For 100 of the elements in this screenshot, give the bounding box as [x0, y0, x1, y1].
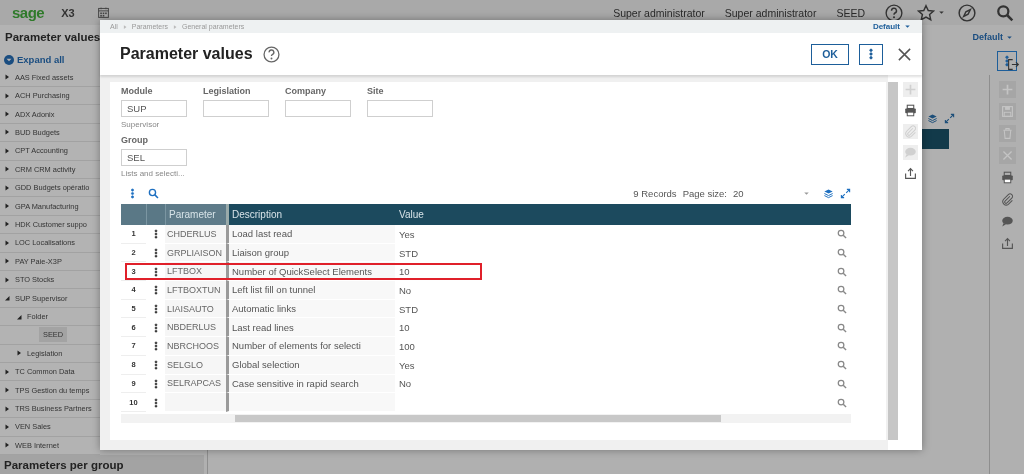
- view-selector[interactable]: Default: [972, 32, 1003, 42]
- paperclip-icon[interactable]: [1000, 193, 1014, 206]
- field-hint: Supervisor: [121, 120, 161, 129]
- collapse-triangle-icon[interactable]: [3, 294, 11, 303]
- field-label: Legislation: [203, 86, 252, 98]
- compass-icon[interactable]: [958, 3, 976, 22]
- user-menu[interactable]: Super administrator: [724, 6, 817, 19]
- dialog-title: Parameter values: [120, 45, 253, 63]
- expand-triangle-icon[interactable]: [3, 128, 11, 137]
- table-cell: 10: [399, 266, 410, 278]
- expand-triangle-icon[interactable]: [3, 275, 11, 284]
- product-name: X3: [61, 6, 75, 19]
- scrollbar-thumb[interactable]: [235, 414, 721, 422]
- expand-triangle-icon[interactable]: [3, 404, 11, 413]
- table-cell: 100: [399, 340, 415, 352]
- table-cell: Yes: [399, 359, 415, 371]
- layers-icon[interactable]: [823, 188, 834, 199]
- lookup-icon[interactable]: [837, 248, 847, 259]
- speech-bubble-icon[interactable]: [1000, 215, 1014, 228]
- column-header: [146, 204, 165, 225]
- field-label: Module: [121, 86, 154, 98]
- table-cell: Number of elements for selecti: [226, 337, 395, 356]
- printer-icon[interactable]: [903, 104, 917, 117]
- column-header[interactable]: Value: [395, 204, 851, 225]
- expand-triangle-icon[interactable]: [3, 386, 11, 395]
- input-field[interactable]: [203, 100, 269, 117]
- table-cell: No: [399, 284, 412, 296]
- help-icon[interactable]: [262, 45, 280, 63]
- lookup-icon[interactable]: [837, 322, 847, 333]
- expand-triangle-icon[interactable]: [3, 422, 11, 431]
- more-button[interactable]: [997, 51, 1017, 71]
- column-header[interactable]: Parameter: [165, 204, 226, 225]
- star-icon[interactable]: [917, 3, 935, 22]
- table-cell: No: [399, 378, 412, 390]
- help-icon[interactable]: [885, 3, 903, 22]
- view-selector[interactable]: Default: [872, 22, 900, 31]
- expand-triangle-icon[interactable]: [3, 257, 11, 266]
- section-title: Parameters per group: [0, 455, 204, 474]
- more-button[interactable]: [859, 43, 883, 65]
- close-icon[interactable]: [897, 46, 912, 62]
- field-label: Group: [121, 135, 149, 147]
- expand-icon[interactable]: [840, 188, 851, 199]
- caret-icon: [802, 189, 811, 198]
- table-cell: NBDERLUS: [165, 318, 226, 338]
- chevron-icon: [121, 23, 128, 30]
- table-cell: LFTBOXTUN: [165, 281, 226, 300]
- expand-icon[interactable]: [944, 113, 955, 124]
- lookup-icon[interactable]: [837, 266, 847, 277]
- expand-triangle-icon[interactable]: [3, 165, 11, 174]
- search-icon[interactable]: [996, 3, 1014, 22]
- table-cell: Load last read: [226, 225, 395, 244]
- record-count: 9 Records: [633, 188, 677, 199]
- input-field[interactable]: SUP: [121, 100, 187, 117]
- printer-icon[interactable]: [1000, 171, 1014, 184]
- vertical-scrollbar[interactable]: [888, 82, 898, 440]
- input-field[interactable]: SEL: [121, 149, 187, 166]
- input-field[interactable]: [367, 100, 433, 117]
- table-cell: NBRCHOOS: [165, 337, 226, 356]
- user-menu[interactable]: Super administrator: [613, 6, 705, 19]
- chevron-icon: [171, 23, 178, 30]
- collapse-triangle-icon[interactable]: [15, 312, 23, 321]
- field-label: Site: [367, 86, 385, 98]
- expand-triangle-icon[interactable]: [3, 202, 11, 211]
- expand-triangle-icon[interactable]: [3, 146, 11, 155]
- calendar-icon[interactable]: [96, 6, 110, 19]
- lookup-icon[interactable]: [837, 378, 847, 389]
- expand-triangle-icon[interactable]: [3, 183, 11, 192]
- horizontal-scrollbar[interactable]: [121, 413, 851, 423]
- layers-icon[interactable]: [927, 113, 938, 124]
- page-size-select[interactable]: 20: [733, 188, 811, 199]
- share-icon[interactable]: [1000, 237, 1014, 250]
- expand-triangle-icon[interactable]: [3, 367, 11, 376]
- search-icon[interactable]: [148, 188, 159, 199]
- column-header: [121, 204, 146, 225]
- lookup-icon[interactable]: [837, 341, 847, 352]
- expand-triangle-icon[interactable]: [3, 110, 11, 119]
- lookup-icon[interactable]: [837, 360, 847, 371]
- folder-menu[interactable]: SEED: [836, 6, 865, 19]
- table-cell: STD: [399, 247, 418, 259]
- caret-icon[interactable]: [903, 22, 912, 31]
- table-cell: Last read lines: [226, 318, 395, 338]
- expand-all-link[interactable]: Expand all: [0, 49, 100, 69]
- ok-button[interactable]: OK: [811, 43, 849, 65]
- table-cell: STD: [399, 303, 418, 315]
- table-cell: [165, 393, 226, 412]
- field-label: Company: [285, 86, 327, 98]
- expand-triangle-icon[interactable]: [3, 220, 11, 229]
- expand-triangle-icon[interactable]: [15, 349, 23, 358]
- expand-triangle-icon[interactable]: [3, 238, 11, 247]
- expand-triangle-icon[interactable]: [3, 73, 11, 82]
- share-icon[interactable]: [903, 167, 917, 180]
- input-field[interactable]: [285, 100, 351, 117]
- lookup-icon[interactable]: [837, 229, 847, 240]
- caret-icon[interactable]: [937, 8, 946, 17]
- expand-triangle-icon[interactable]: [3, 441, 11, 450]
- expand-triangle-icon[interactable]: [3, 91, 11, 100]
- lookup-icon[interactable]: [837, 304, 847, 315]
- lookup-icon[interactable]: [837, 397, 847, 408]
- lookup-icon[interactable]: [837, 285, 847, 296]
- logout-icon[interactable]: [1007, 58, 1020, 71]
